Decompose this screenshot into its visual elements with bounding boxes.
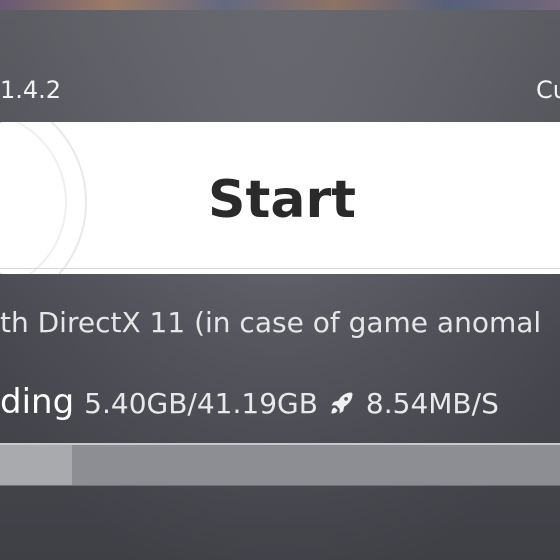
start-panel-divider [0, 268, 560, 269]
version-label: 1.4.2 [0, 76, 62, 104]
banner-artwork-strip [0, 0, 560, 10]
start-button-label: Start [208, 170, 356, 230]
rocket-icon [331, 392, 353, 414]
download-progress-fill [0, 445, 72, 485]
download-progress-bar [0, 443, 560, 486]
start-button[interactable]: Start [0, 122, 560, 274]
directx-option-text[interactable]: th DirectX 11 (in case of game anomal [0, 306, 541, 339]
download-size: 5.40GB/41.19GB [84, 387, 318, 420]
top-right-link[interactable]: Cu [536, 76, 560, 104]
download-speed: 8.54MB/S [365, 387, 499, 420]
download-status-label: ding [0, 382, 75, 422]
download-status-row: ding 5.40GB/41.19GB 8.54MB/S [0, 382, 499, 426]
